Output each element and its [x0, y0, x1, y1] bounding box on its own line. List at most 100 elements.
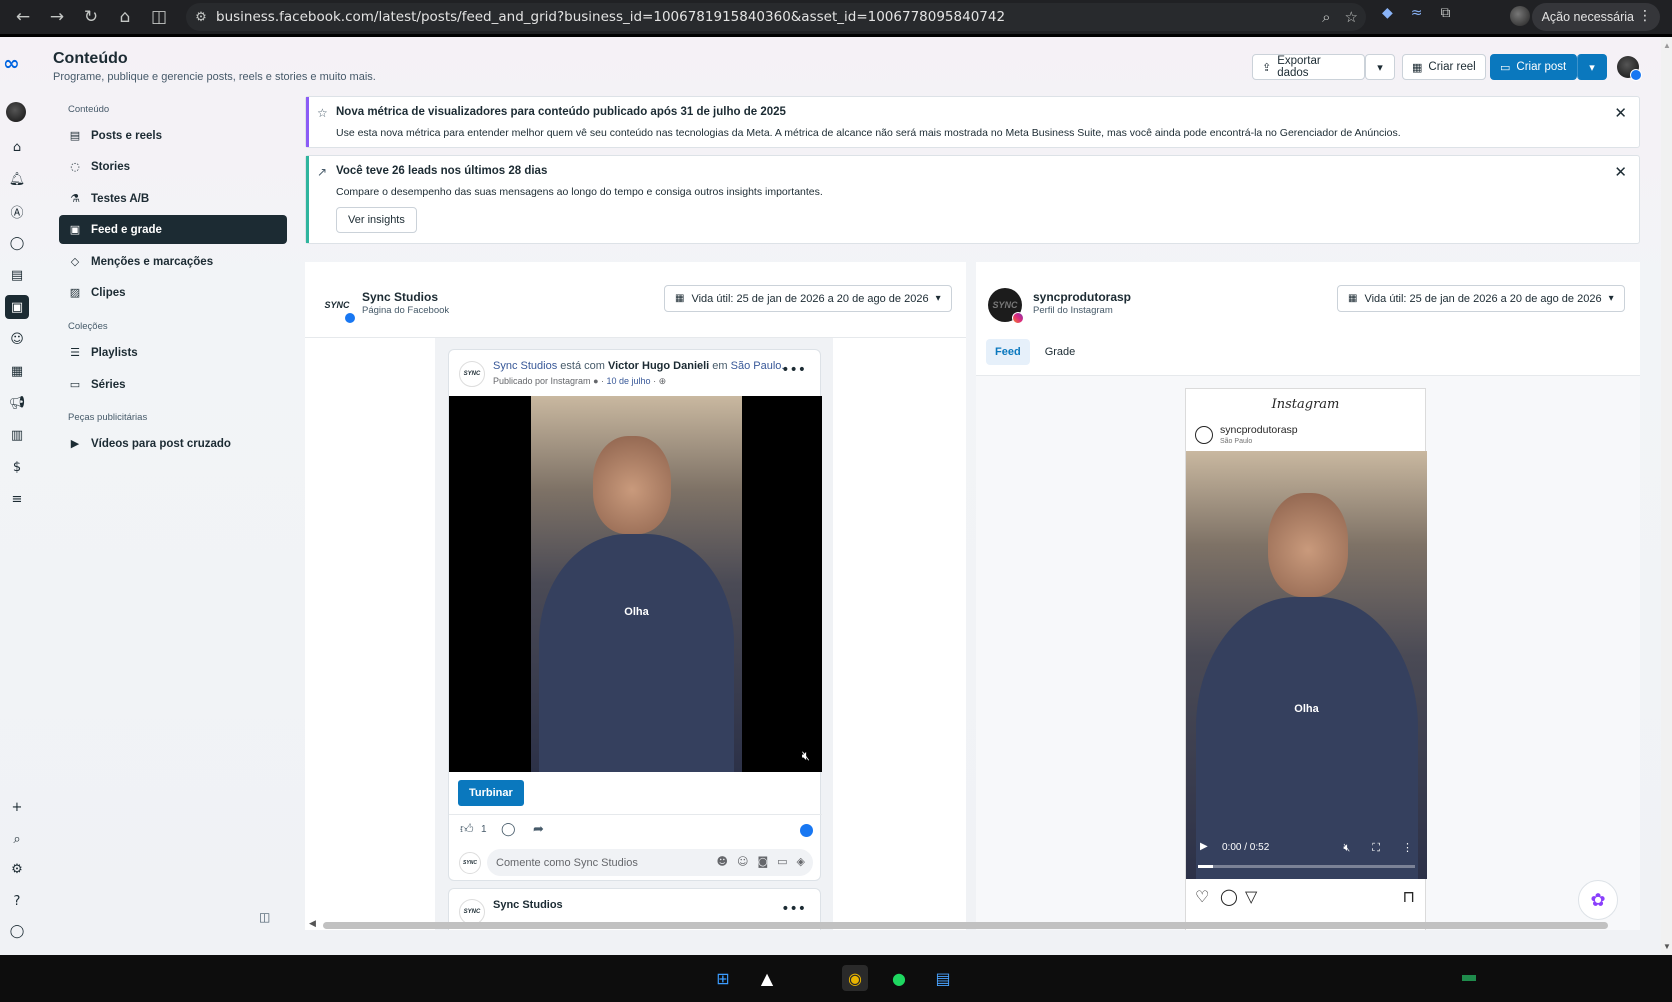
video-progress-bar[interactable] [1198, 865, 1415, 868]
export-data-button[interactable]: ⇪ Exportar dados [1252, 54, 1365, 80]
commenter-avatar[interactable]: SYNC [459, 852, 481, 874]
video-menu-icon[interactable]: ⋮ [1402, 841, 1413, 855]
avatar-sticker-icon[interactable]: ☻ [717, 855, 728, 868]
scroll-up-icon[interactable]: ▲ [1663, 41, 1671, 50]
search-icon[interactable]: ⌕ [5, 827, 29, 851]
calendar-icon[interactable]: ▦ [5, 359, 29, 383]
close-icon[interactable]: ✕ [1614, 163, 1627, 181]
url-text[interactable]: business.facebook.com/latest/posts/feed_… [216, 9, 1005, 25]
sidebar-item-playlists[interactable]: ☰ Playlists [59, 338, 287, 367]
tagged-person[interactable]: Victor Hugo Danieli [608, 360, 709, 372]
all-tools-icon[interactable]: ≡ [5, 487, 29, 511]
fullscreen-icon[interactable]: ⛶ [1372, 841, 1380, 855]
share-icon[interactable]: ➦ [533, 822, 544, 837]
reload-icon[interactable]: ↻ [74, 2, 108, 32]
camera-icon[interactable]: ◙ [757, 855, 768, 868]
scroll-down-icon[interactable]: ▼ [1663, 942, 1671, 951]
sidebar-item-mentions-tags[interactable]: ◇ Menções e marcações [59, 247, 287, 276]
create-reel-button[interactable]: ▦ Criar reel [1402, 54, 1486, 80]
settings-icon[interactable]: ⚙ [5, 857, 29, 881]
sidebar-item-feed-grid[interactable]: ▣ Feed e grade [59, 215, 287, 244]
extension-tag-icon[interactable]: ◆ [1382, 5, 1393, 21]
help-icon[interactable]: ? [5, 889, 29, 913]
heart-icon[interactable]: ♡ [1195, 887, 1209, 906]
view-insights-button[interactable]: Ver insights [336, 207, 417, 233]
mute-icon[interactable]: 🔇︎ [802, 749, 810, 764]
close-icon[interactable]: ✕ [1614, 104, 1627, 122]
post-author-avatar[interactable]: SYNC [459, 361, 485, 387]
comment-icon[interactable]: ◯ [501, 822, 516, 837]
action-needed-button[interactable]: Ação necessária ⋮ [1531, 3, 1660, 31]
megaphone-icon[interactable]: 📢︎ [5, 391, 29, 415]
inbox-icon[interactable]: ◯ [5, 231, 29, 255]
home-icon[interactable]: ⌂ [108, 2, 142, 32]
feedback-icon[interactable]: ◯ [5, 919, 29, 943]
more-options-icon[interactable]: ••• [781, 362, 806, 378]
vertical-scrollbar[interactable]: ▲ ▼ [1661, 37, 1672, 955]
meta-logo-icon[interactable]: ∞ [3, 53, 31, 73]
post-video[interactable]: Olha 🔇︎ [449, 396, 822, 772]
ig-post-video[interactable]: Olha ▶ 0:00 / 0:52 🔇︎ ⛶ ⋮ [1186, 451, 1427, 879]
account-avatar[interactable] [6, 102, 26, 122]
zoom-icon[interactable]: ⌕ [1322, 8, 1330, 26]
export-dropdown-button[interactable]: ▾ [1365, 54, 1395, 80]
sidebar-item-ab-tests[interactable]: ⚗ Testes A/B [59, 184, 287, 213]
sidebar-item-crosspost-videos[interactable]: ▶ Vídeos para post cruzado [59, 429, 287, 458]
home-icon[interactable]: ⌂ [5, 135, 29, 159]
create-post-button[interactable]: ▭ Criar post [1490, 54, 1577, 80]
sidebar-item-stories[interactable]: ◌ Stories [59, 152, 287, 181]
comment-icon[interactable]: ◯ [1220, 887, 1238, 906]
ig-post-username[interactable]: syncprodutorasp [1220, 424, 1298, 436]
fb-date-range-button[interactable]: ▦ Vida útil: 25 de jan de 2026 a 20 de a… [664, 285, 952, 312]
tab-feed[interactable]: Feed [986, 339, 1030, 365]
forward-icon[interactable]: → [40, 2, 74, 32]
more-options-icon[interactable]: ••• [781, 901, 806, 917]
send-icon[interactable]: ▽ [1245, 887, 1257, 906]
profile-avatar[interactable] [1510, 6, 1530, 26]
boost-button[interactable]: Turbinar [458, 780, 524, 806]
bookmark-star-icon[interactable]: ☆ [1345, 8, 1358, 26]
planner-icon[interactable]: ▤ [5, 263, 29, 287]
content-icon[interactable]: ▣ [5, 295, 29, 319]
extensions-puzzle-icon[interactable]: ⧉ [1441, 5, 1451, 21]
horizontal-scrollbar[interactable]: ◀ [305, 918, 1625, 930]
post-author-name[interactable]: Sync Studios [493, 899, 563, 911]
browser-menu-icon[interactable]: ⋮ [1638, 8, 1652, 24]
comment-input[interactable]: Comente como Sync Studios ☻ ☺ ◙ ▭ ◈ [487, 849, 813, 876]
play-icon[interactable]: ▶ [1200, 841, 1208, 852]
scroll-left-icon[interactable]: ◀ [309, 918, 316, 929]
ads-icon[interactable]: Ⓐ [5, 199, 29, 223]
notifications-icon[interactable]: 🔔︎ [5, 167, 29, 191]
address-bar[interactable]: ⚙ business.facebook.com/latest/posts/fee… [186, 3, 1366, 31]
app-a-icon[interactable]: ▲ [754, 965, 780, 991]
extension-wave-icon[interactable]: ≈ [1411, 5, 1423, 21]
windows-start-icon[interactable]: ⊞ [710, 965, 736, 991]
notepad-icon[interactable]: ▤ [930, 965, 956, 991]
sidebar-item-series[interactable]: ▭ Séries [59, 370, 287, 399]
spotify-icon[interactable]: ● [886, 965, 912, 991]
ai-assistant-icon[interactable]: ✿ [1578, 880, 1618, 920]
bookmark-icon[interactable]: ⊓ [1403, 887, 1415, 906]
emoji-icon[interactable]: ☺ [737, 855, 748, 868]
post-author-link[interactable]: Sync Studios [493, 360, 557, 372]
create-icon[interactable]: + [5, 795, 29, 819]
mute-icon[interactable]: 🔇︎ [1343, 841, 1350, 855]
sticker-icon[interactable]: ◈ [797, 855, 805, 868]
sidebar-item-clips[interactable]: ▨ Clipes [59, 278, 287, 307]
collapse-sidebar-icon[interactable]: ◫ [259, 910, 270, 924]
chrome-icon[interactable]: ◉ [842, 965, 868, 991]
tray-icon[interactable] [1462, 975, 1476, 981]
gif-icon[interactable]: ▭ [777, 855, 787, 868]
billing-icon[interactable]: $ [5, 455, 29, 479]
ig-date-range-button[interactable]: ▦ Vida útil: 25 de jan de 2026 a 20 de a… [1337, 285, 1625, 312]
create-post-dropdown-button[interactable]: ▾ [1577, 54, 1607, 80]
sidebar-item-posts-reels[interactable]: ▤ Posts e reels [59, 121, 287, 150]
post-location-link[interactable]: São Paulo. [731, 360, 785, 372]
scrollbar-thumb[interactable] [323, 922, 1608, 929]
site-settings-icon[interactable]: ⚙ [186, 10, 216, 25]
split-view-icon[interactable]: ◫ [142, 2, 176, 32]
page-avatar[interactable] [1617, 56, 1642, 81]
monetization-icon[interactable]: ☺ [5, 327, 29, 351]
insights-icon[interactable]: ▥ [5, 423, 29, 447]
tab-grid[interactable]: Grade [1036, 339, 1085, 365]
